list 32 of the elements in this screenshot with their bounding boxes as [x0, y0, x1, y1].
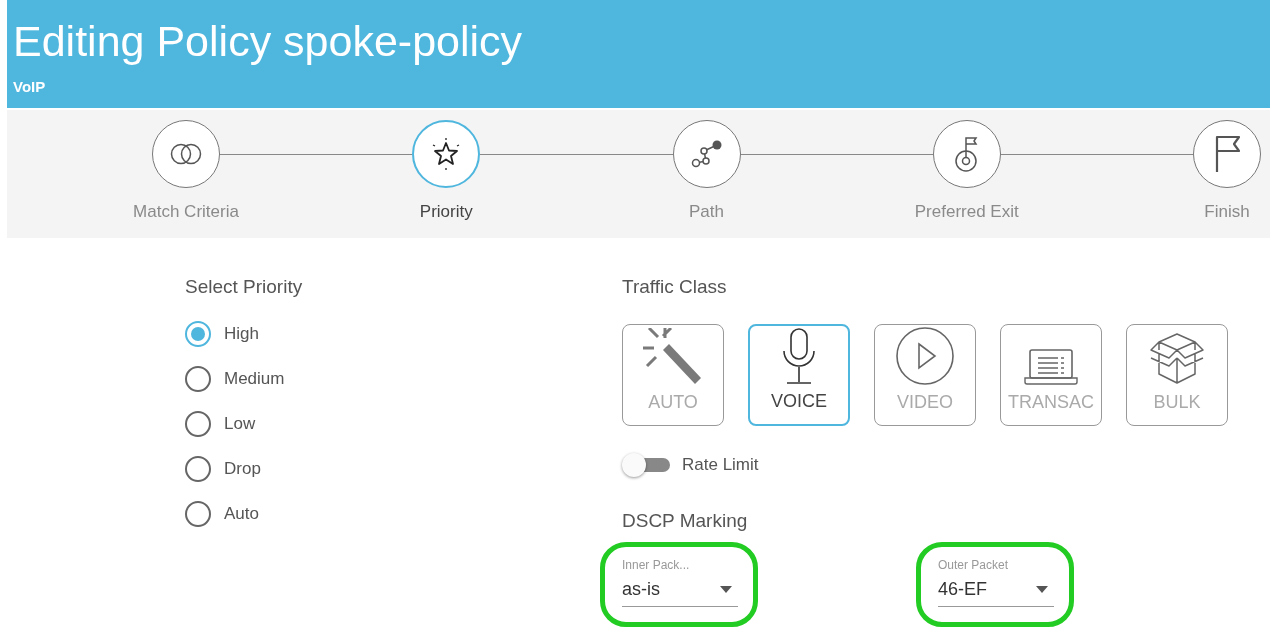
- magic-wand-icon: [643, 328, 703, 386]
- connected-nodes-icon: [689, 138, 724, 170]
- radio-button[interactable]: [185, 501, 211, 527]
- radio-option[interactable]: Drop: [185, 456, 261, 482]
- page-subtitle: VoIP: [13, 78, 46, 95]
- select-field[interactable]: 46-EF: [938, 573, 1054, 607]
- open-box-icon: [1149, 330, 1205, 386]
- radio-button[interactable]: [185, 411, 211, 437]
- section-heading: Traffic Class: [622, 276, 727, 298]
- laptop-icon: [1023, 348, 1079, 386]
- field-label: Inner Pack...: [622, 558, 690, 572]
- radio-button[interactable]: [185, 456, 211, 482]
- step-label[interactable]: Priority: [419, 202, 473, 222]
- toggle-switch[interactable]: [622, 453, 670, 477]
- page-title: Editing Policy spoke-policy: [13, 16, 524, 66]
- radio-option[interactable]: High: [185, 321, 259, 347]
- section-heading: Select Priority: [185, 276, 303, 298]
- toggle-label: Rate Limit: [682, 455, 759, 475]
- caret-icon: [720, 586, 732, 593]
- field-label: Outer Packet: [938, 558, 1009, 572]
- select-field[interactable]: as-is: [622, 573, 738, 607]
- radio-button[interactable]: [185, 321, 211, 347]
- caret-icon: [1036, 586, 1048, 593]
- play-icon: [895, 326, 955, 386]
- overlap-circles-icon: [170, 143, 202, 165]
- radio-option[interactable]: Low: [185, 411, 256, 437]
- microphone-icon: [781, 327, 817, 385]
- radio-option[interactable]: Auto: [185, 501, 259, 527]
- radio-option[interactable]: Medium: [185, 366, 285, 392]
- radio-button[interactable]: [185, 366, 211, 392]
- section-heading: DSCP Marking: [622, 510, 748, 532]
- traffic-class-tile[interactable]: VOICE: [748, 324, 850, 426]
